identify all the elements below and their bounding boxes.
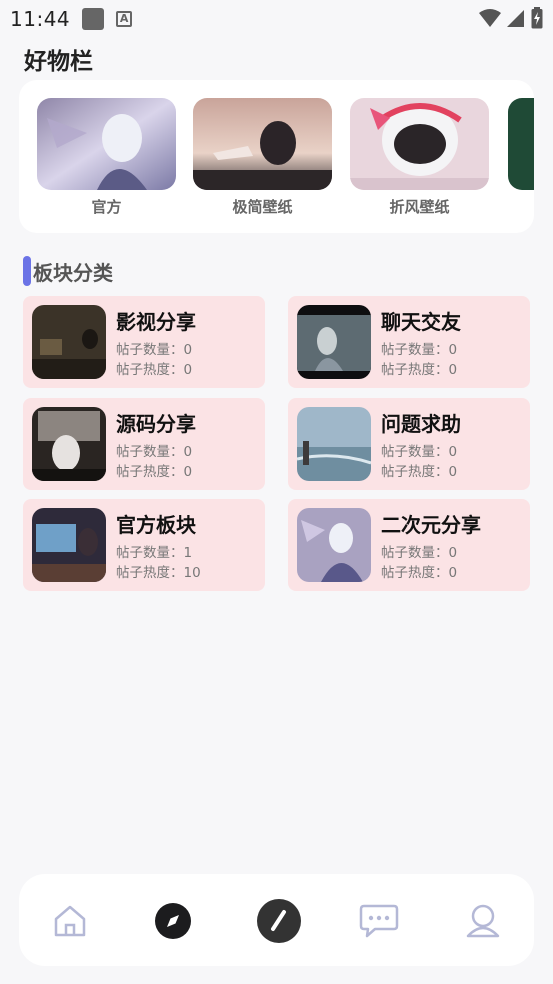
board-name: 影视分享: [116, 310, 196, 334]
board-card-anime-share[interactable]: 二次元分享 帖子数量：0 帖子热度：0: [288, 499, 530, 591]
carousel-image: [37, 98, 176, 190]
carousel-item-partial[interactable]: [508, 98, 534, 196]
board-name: 二次元分享: [381, 513, 481, 537]
carousel-item-minimal-wallpaper[interactable]: 极简壁纸: [193, 98, 332, 217]
board-post-count: 帖子数量：0: [381, 444, 458, 460]
board-heat: 帖子热度：0: [381, 565, 458, 581]
home-icon[interactable]: [50, 901, 90, 941]
board-card-movie-share[interactable]: 影视分享 帖子数量：0 帖子热度：0: [23, 296, 265, 388]
font-a-icon: A: [116, 11, 133, 27]
app-square-icon: [82, 8, 105, 30]
board-thumbnail: [297, 305, 371, 379]
status-time: 11:44: [10, 7, 71, 31]
board-name: 源码分享: [116, 412, 196, 436]
category-header: 板块分类: [23, 256, 113, 286]
carousel-label: 极简壁纸: [232, 198, 293, 216]
board-heat: 帖子热度：0: [116, 362, 193, 378]
board-heat: 帖子热度：0: [381, 464, 458, 480]
featured-carousel[interactable]: 官方 极简壁纸 折风壁纸: [19, 80, 534, 233]
pen-icon[interactable]: [255, 897, 303, 945]
carousel-image: [508, 98, 534, 190]
carousel-image: [193, 98, 332, 190]
board-thumbnail: [32, 407, 106, 481]
cellular-icon: [507, 10, 524, 27]
board-name: 官方板块: [116, 513, 196, 537]
board-card-chat-friends[interactable]: 聊天交友 帖子数量：0 帖子热度：0: [288, 296, 530, 388]
board-post-count: 帖子数量：0: [381, 342, 458, 358]
status-bar: 11:44 A: [0, 0, 553, 38]
page-title: 好物栏: [24, 49, 93, 75]
battery-charging-icon: [531, 7, 543, 29]
compass-icon[interactable]: [153, 901, 193, 941]
board-post-count: 帖子数量：0: [381, 545, 458, 561]
board-thumbnail: [297, 407, 371, 481]
board-heat: 帖子热度：0: [116, 464, 193, 480]
board-heat: 帖子热度：0: [381, 362, 458, 378]
carousel-label: 折风壁纸: [389, 198, 450, 216]
board-post-count: 帖子数量：1: [116, 545, 193, 561]
carousel-item-official[interactable]: 官方: [37, 98, 176, 217]
board-card-source-share[interactable]: 源码分享 帖子数量：0 帖子热度：0: [23, 398, 265, 490]
board-post-count: 帖子数量：0: [116, 342, 193, 358]
bottom-navigation: [19, 874, 534, 966]
board-card-question-help[interactable]: 问题求助 帖子数量：0 帖子热度：0: [288, 398, 530, 490]
category-title: 板块分类: [33, 260, 113, 285]
board-name: 问题求助: [381, 412, 461, 436]
board-post-count: 帖子数量：0: [116, 444, 193, 460]
board-name: 聊天交友: [381, 310, 461, 334]
chat-icon[interactable]: [359, 901, 399, 941]
carousel-image: [350, 98, 489, 190]
board-heat: 帖子热度：10: [116, 565, 201, 581]
category-accent-bar: [23, 256, 31, 286]
profile-icon[interactable]: [463, 901, 503, 941]
board-thumbnail: [32, 305, 106, 379]
carousel-label: 官方: [91, 198, 122, 216]
board-thumbnail: [297, 508, 371, 582]
board-card-official[interactable]: 官方板块 帖子数量：1 帖子热度：10: [23, 499, 265, 591]
carousel-item-zhefeng-wallpaper[interactable]: 折风壁纸: [350, 98, 489, 217]
wifi-icon: [479, 9, 501, 27]
board-thumbnail: [32, 508, 106, 582]
